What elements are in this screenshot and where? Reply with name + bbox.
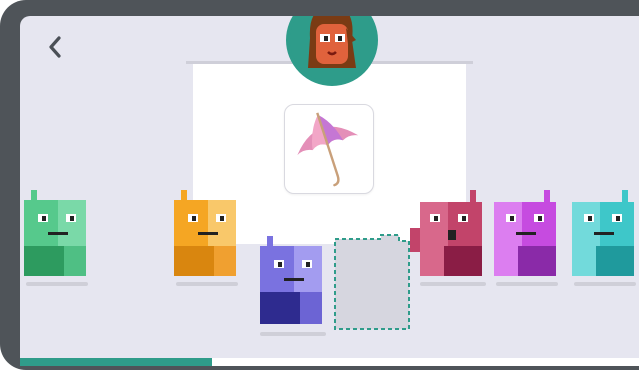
- progress-bar: [20, 358, 639, 366]
- robot-blue-shadow: [260, 332, 326, 336]
- robot-teal-shadow: [574, 282, 636, 286]
- back-button[interactable]: [38, 30, 72, 64]
- robot-red-shadow: [420, 282, 486, 286]
- progress-fill: [20, 358, 212, 366]
- answer-slot[interactable]: [333, 233, 413, 333]
- device-frame: [0, 0, 639, 370]
- robot-orange-shadow: [176, 282, 238, 286]
- game-screen: [20, 16, 639, 366]
- prompt-card: [284, 104, 374, 194]
- robot-green-shadow: [26, 282, 88, 286]
- robot-magenta-shadow: [496, 282, 558, 286]
- robot-blue[interactable]: [258, 234, 330, 330]
- robot-red[interactable]: [410, 188, 492, 280]
- chevron-left-icon: [49, 36, 61, 58]
- robot-magenta[interactable]: [492, 188, 564, 280]
- robot-teal[interactable]: [570, 188, 639, 280]
- robot-green[interactable]: [22, 188, 94, 280]
- umbrella-icon: [297, 112, 359, 187]
- robot-orange[interactable]: [172, 188, 244, 280]
